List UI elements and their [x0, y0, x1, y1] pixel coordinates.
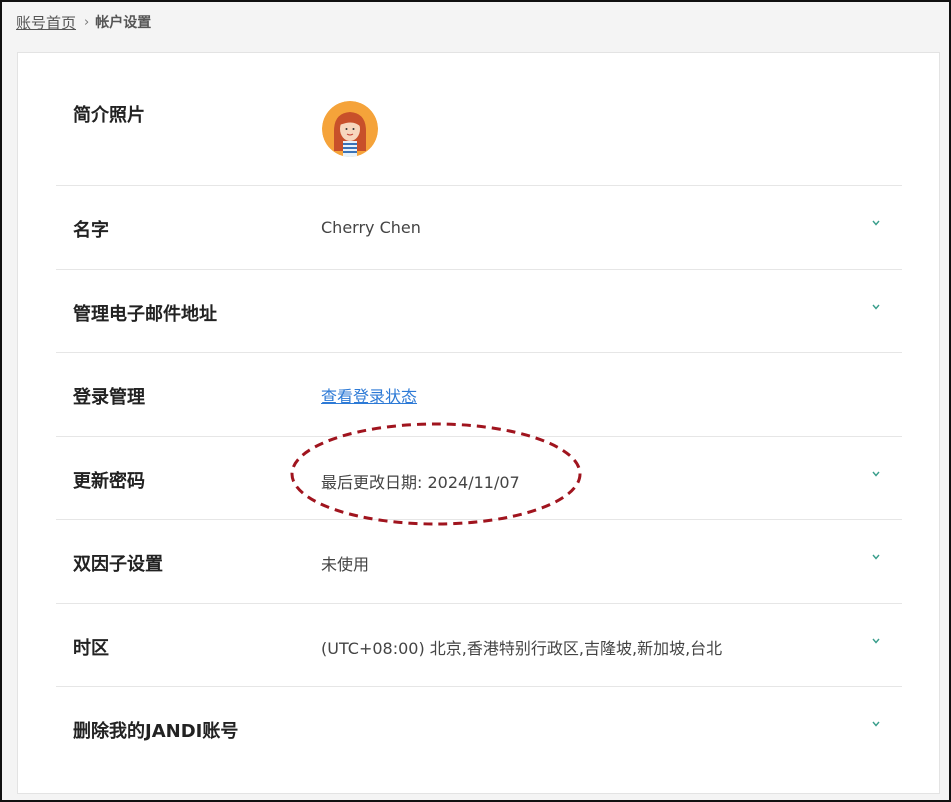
chevron-down-icon[interactable]: [872, 220, 880, 228]
timezone-value: (UTC+08:00) 北京,香港特别行政区,吉隆坡,新加坡,台北: [321, 639, 723, 658]
name-value: Cherry Chen: [321, 218, 421, 237]
two-factor-status: 未使用: [321, 555, 370, 574]
chevron-down-icon[interactable]: [872, 554, 880, 562]
breadcrumb-home-link[interactable]: 账号首页: [16, 12, 76, 33]
delete-account-label: 删除我的JANDI账号: [73, 721, 239, 742]
breadcrumb-current: 帐户设置: [95, 15, 152, 31]
row-delete-account[interactable]: 删除我的JANDI账号: [56, 687, 902, 771]
chevron-down-icon[interactable]: [872, 638, 880, 646]
chevron-down-icon[interactable]: [872, 304, 880, 312]
chevron-down-icon[interactable]: [872, 721, 880, 729]
timezone-label: 时区: [73, 638, 109, 659]
row-two-factor[interactable]: 双因子设置 未使用: [56, 520, 902, 604]
row-email[interactable]: 管理电子邮件地址: [56, 270, 902, 353]
chevron-down-icon[interactable]: [872, 471, 880, 479]
breadcrumb-separator-icon: ›: [84, 14, 90, 30]
login-label: 登录管理: [73, 387, 145, 408]
password-label: 更新密码: [73, 471, 145, 492]
breadcrumb: 账号首页 › 帐户设置: [16, 12, 151, 32]
annotation-ellipse: [290, 422, 582, 526]
row-name[interactable]: 名字 Cherry Chen: [56, 186, 902, 270]
view-login-status-link[interactable]: 查看登录状态: [321, 383, 417, 407]
row-profile-photo: 简介照片: [56, 53, 902, 186]
row-timezone[interactable]: 时区 (UTC+08:00) 北京,香港特别行政区,吉隆坡,新加坡,台北: [56, 604, 902, 687]
avatar[interactable]: [322, 101, 378, 157]
window-frame: 账号首页 › 帐户设置 简介照片 名字 Cherry Chen 管理电子邮件地址…: [0, 0, 951, 802]
two-factor-label: 双因子设置: [73, 554, 163, 575]
name-label: 名字: [73, 220, 109, 241]
email-label: 管理电子邮件地址: [73, 304, 217, 325]
profile-photo-label: 简介照片: [73, 105, 145, 126]
